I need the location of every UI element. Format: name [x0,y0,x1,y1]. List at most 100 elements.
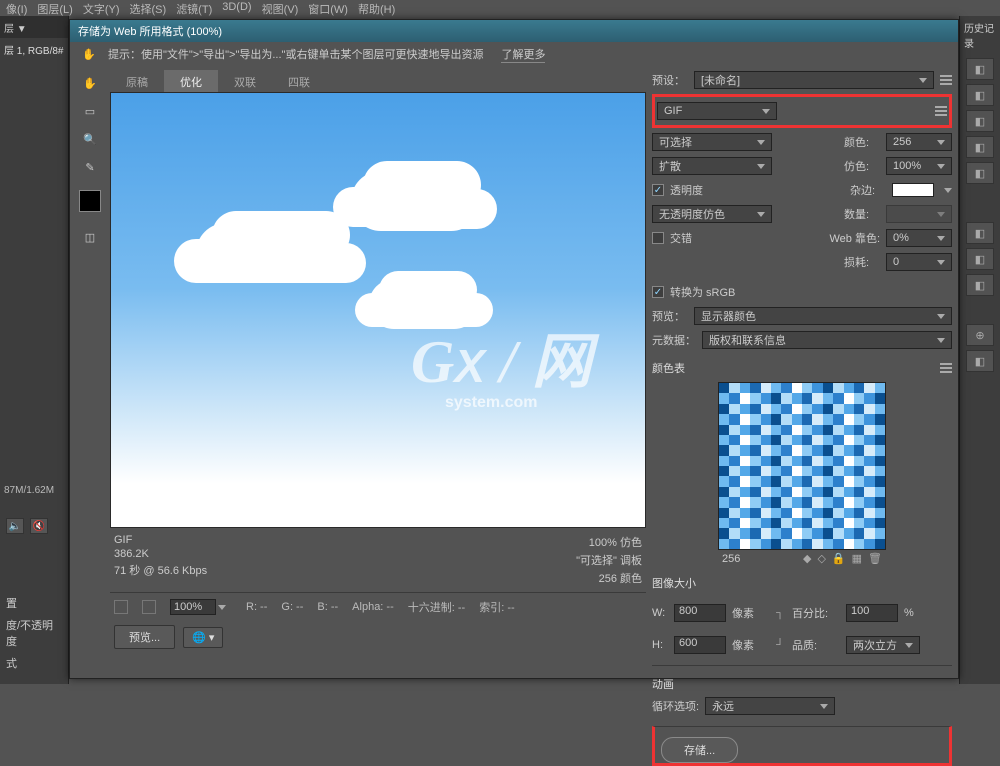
panel-icon-2[interactable]: ◧ [966,84,994,106]
panel-c[interactable]: 式 [4,652,64,674]
panel-icon-6[interactable]: ◧ [966,222,994,244]
document-tab[interactable]: 层 1, RGB/8# [0,38,68,61]
w-input[interactable] [674,604,726,622]
ct-btn-3[interactable]: 🔒 [832,552,846,565]
preview-button[interactable]: 预览... [114,625,175,649]
panel-menu-icon[interactable] [940,75,952,85]
loop-select[interactable]: 永远 [705,697,835,715]
tab-4up[interactable]: 四联 [272,70,326,92]
transparency-checkbox[interactable] [652,184,664,196]
hint-bar: ✋ 提示：使用"文件">"导出">"导出为..."或右键单击某个图层可更快速地导… [70,42,958,66]
menu-3d[interactable]: 3D(D) [218,0,255,16]
preview-select[interactable]: 显示器颜色 [694,307,952,325]
ct-btn-5[interactable]: 🗑 [868,552,882,565]
panel-icon-5[interactable]: ◧ [966,162,994,184]
tab-original[interactable]: 原稿 [110,70,164,92]
audio-icons: 🔈🔇 [6,518,48,534]
dither-select[interactable]: 扩散 [652,157,772,175]
menu-text[interactable]: 文字(Y) [79,0,124,16]
panel-icon-10[interactable]: ◧ [966,350,994,372]
history-panel-title[interactable]: 历史记录 [960,16,1000,54]
preview-canvas[interactable]: GX / 网system.com [110,92,646,528]
option-bar: 层 ▼ [0,16,68,38]
browser-preview-button[interactable]: 🌐 ▾ [183,627,223,648]
panel-icon-9[interactable]: ⊕ [966,324,994,346]
preset-select[interactable]: [未命名] [694,71,934,89]
learn-more-link[interactable]: 了解更多 [501,46,545,63]
watermark: GX / 网system.com [411,313,592,412]
menu-view[interactable]: 视图(V) [258,0,303,16]
menu-image[interactable]: 像(I) [2,0,31,16]
eyedropper-tool[interactable]: ✎ [78,156,102,178]
panel-icon-4[interactable]: ◧ [966,136,994,158]
ct-btn-4[interactable]: ▦ [852,552,862,565]
metadata-select[interactable]: 版权和联系信息 [702,331,952,349]
transparency-label: 透明度 [670,182,703,198]
dither-amount-input[interactable]: 100% [886,157,952,175]
preview-label: 预览： [652,308,688,324]
websnap-input[interactable]: 0% [886,229,952,247]
metadata-label: 元数据： [652,332,696,348]
color-table-count: 256 [722,553,740,565]
hand-tool[interactable]: ✋ [78,72,102,94]
preview-toggle-2[interactable] [142,600,156,614]
tab-2up[interactable]: 双联 [218,70,272,92]
h-input[interactable] [674,636,726,654]
optimize-menu-icon[interactable] [935,106,947,116]
percent-input[interactable] [846,604,898,622]
settings-panel: 预设： [未命名] GIF 可选择 颜色: 256 扩散 仿 [652,70,952,672]
app-menubar[interactable]: 像(I) 图层(L) 文字(Y) 选择(S) 滤镜(T) 3D(D) 视图(V)… [0,0,1000,16]
eyedropper-color[interactable] [79,190,101,212]
tab-optimized[interactable]: 优化 [164,70,218,92]
link-icon[interactable]: ┐ [774,599,786,627]
save-highlight: 存储... [652,726,952,766]
panel-b[interactable]: 度/不透明度 [4,614,64,652]
format-select[interactable]: GIF [657,102,777,120]
h-label: H: [652,639,668,651]
link-icon-2[interactable]: ┘ [774,631,786,659]
panel-icon-7[interactable]: ◧ [966,248,994,270]
trans-dither-select[interactable]: 无透明度仿色 [652,205,772,223]
color-table-grid[interactable] [718,382,886,550]
w-px: 像素 [732,605,768,621]
format-highlight: GIF [652,94,952,128]
reduction-select[interactable]: 可选择 [652,133,772,151]
ct-btn-1[interactable]: ◆ [803,552,811,565]
menu-filter[interactable]: 滤镜(T) [172,0,216,16]
matte-swatch[interactable] [892,183,934,197]
websnap-label: Web 靠色: [829,230,880,246]
image-size-title: 图像大小 [652,575,952,591]
animation-title: 动画 [652,676,952,692]
readout-g: G: -- [281,601,303,613]
matte-label: 杂边: [850,182,886,198]
zoom-tool[interactable]: 🔍 [78,128,102,150]
panel-a[interactable]: 置 [4,592,64,614]
panel-icon-3[interactable]: ◧ [966,110,994,132]
convert-srgb-checkbox[interactable] [652,286,664,298]
right-dock: 历史记录 ◧ ◧ ◧ ◧ ◧ ◧ ◧ ◧ ⊕ ◧ [959,16,1000,684]
quality-select[interactable]: 两次立方 [846,636,920,654]
mem-status: 87M/1.62M [4,485,54,496]
colors-input[interactable]: 256 [886,133,952,151]
readout-hex: 十六进制: -- [408,599,465,615]
menu-help[interactable]: 帮助(H) [354,0,399,16]
menu-select[interactable]: 选择(S) [126,0,171,16]
slice-visibility[interactable]: ◫ [78,226,102,248]
menu-layer[interactable]: 图层(L) [33,0,76,16]
color-table-menu-icon[interactable] [940,363,952,373]
panel-icon-1[interactable]: ◧ [966,58,994,80]
image-info: GIF 386.2K 71 秒 @ 56.6 Kbps 100% 仿色 "可选择… [110,528,646,588]
ct-btn-2[interactable]: ◇ [817,552,825,565]
trans-dither-amount [886,205,952,223]
readout-alpha: Alpha: -- [352,601,394,613]
lossy-input[interactable]: 0 [886,253,952,271]
info-dither: 100% 仿色 [576,534,642,550]
tool-column: ✋ ▭ 🔍 ✎ ◫ [76,70,104,672]
zoom-field[interactable] [170,599,226,615]
save-button[interactable]: 存储... [661,737,738,763]
interlaced-checkbox[interactable] [652,232,664,244]
panel-icon-8[interactable]: ◧ [966,274,994,296]
slice-select-tool[interactable]: ▭ [78,100,102,122]
preview-toggle-1[interactable] [114,600,128,614]
menu-window[interactable]: 窗口(W) [304,0,352,16]
